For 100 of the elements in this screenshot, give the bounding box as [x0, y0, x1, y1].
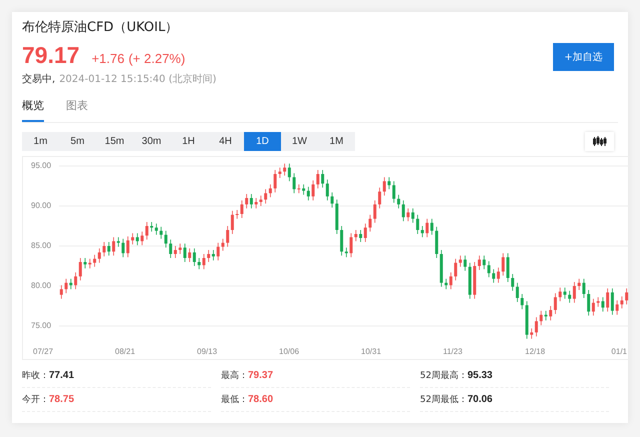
candlestick [283, 163, 286, 176]
candlestick [350, 232, 353, 258]
candlestick [160, 226, 163, 240]
candlestick [88, 258, 92, 269]
candlestick [245, 194, 248, 209]
candlestick [516, 282, 519, 302]
candlestick [572, 282, 576, 304]
candlestick [530, 328, 534, 340]
candlestick [601, 296, 604, 312]
stat-label: 最低： [221, 394, 248, 406]
candlestick [354, 230, 358, 242]
candlestick [164, 230, 168, 248]
candlestick [321, 170, 324, 188]
candlestick [420, 226, 424, 238]
candlestick [368, 214, 372, 232]
trading-status: 交易中, [22, 72, 56, 86]
add-to-watchlist-button[interactable]: +加自选 [553, 43, 614, 71]
interval-button[interactable]: 15m [96, 132, 133, 151]
candlestick [254, 198, 258, 209]
interval-button[interactable]: 4H [207, 132, 244, 151]
interval-button[interactable]: 1D [244, 132, 281, 151]
candlestick [102, 242, 106, 257]
candlestick [502, 252, 505, 276]
candlestick [183, 243, 186, 262]
axis-label: 10/31 [361, 347, 382, 357]
candlestick [563, 287, 566, 300]
candlestick [169, 239, 172, 258]
candlestick [534, 316, 538, 337]
candlestick [198, 258, 201, 270]
candlestick [326, 179, 329, 201]
candlestick [150, 222, 154, 232]
candlestick [302, 184, 306, 196]
candlestick [582, 278, 586, 298]
candlestick [449, 272, 452, 290]
interval-button[interactable]: 1M [318, 132, 355, 151]
candlestick [288, 163, 291, 182]
interval-button[interactable]: 5m [59, 132, 96, 151]
interval-button[interactable]: 30m [133, 132, 170, 151]
axis-label: 10/06 [279, 347, 300, 357]
axis-label: 09/13 [197, 347, 218, 357]
candlestick [344, 247, 348, 258]
candlestick [188, 248, 192, 262]
candlestick [340, 226, 344, 256]
candlestick [520, 294, 524, 310]
axis-label: 95.00 [31, 161, 52, 171]
candlestick [236, 210, 239, 220]
candlestick [264, 188, 268, 204]
candlestick [506, 252, 510, 282]
candlestick [364, 223, 367, 242]
candlestick [430, 218, 434, 236]
candlestick [268, 184, 272, 198]
interval-button[interactable]: 1W [281, 132, 318, 151]
price: 79.17 [22, 42, 80, 69]
tab[interactable]: 概览 [22, 98, 44, 122]
axis-label: 01/1 [611, 347, 627, 357]
candlestick [131, 232, 134, 245]
candlestick [596, 296, 600, 308]
candlestick [544, 310, 548, 321]
candlestick [616, 300, 619, 316]
candlestick [487, 260, 490, 278]
candlestick [274, 170, 277, 193]
candlestick [492, 268, 496, 284]
candlestick [259, 195, 262, 206]
timestamp: 2024-01-12 15:15:40 (北京时间) [59, 72, 216, 86]
candlestick [482, 255, 486, 270]
candlestick [126, 236, 130, 258]
candlestick [592, 298, 595, 316]
candlestick [202, 254, 206, 270]
axis-label: 85.00 [31, 241, 52, 251]
candlestick [392, 180, 396, 204]
interval-button[interactable]: 1m [22, 132, 59, 151]
stat-label: 昨收： [22, 370, 49, 382]
candlestick [359, 230, 362, 242]
candlestick [478, 255, 481, 270]
stat-value: 77.41 [49, 370, 74, 381]
tab[interactable]: 图表 [66, 98, 88, 122]
axis-label: 80.00 [31, 281, 52, 291]
candlestick [558, 287, 562, 302]
axis-label: 11/23 [443, 347, 462, 357]
interval-button[interactable]: 1H [170, 132, 207, 151]
candlestick [207, 250, 210, 262]
candlestick [178, 243, 182, 254]
candlestick [116, 236, 120, 248]
axis-label: 07/27 [33, 347, 54, 357]
candlestick [578, 278, 581, 290]
candlestick [98, 248, 101, 264]
candlestick [192, 248, 196, 266]
candlestick [174, 246, 177, 258]
candlestick [74, 272, 78, 290]
stat-value: 78.75 [49, 394, 74, 405]
candlestick [416, 214, 420, 234]
chart-type-button[interactable] [585, 132, 614, 151]
candlestick [316, 170, 320, 189]
candlestick [297, 184, 300, 194]
candlestick [78, 258, 82, 281]
candlestick [212, 250, 215, 261]
candlestick [610, 288, 614, 316]
candlestick [230, 210, 234, 234]
candlestick-icon [592, 136, 606, 147]
axis-label: 08/21 [115, 347, 136, 357]
